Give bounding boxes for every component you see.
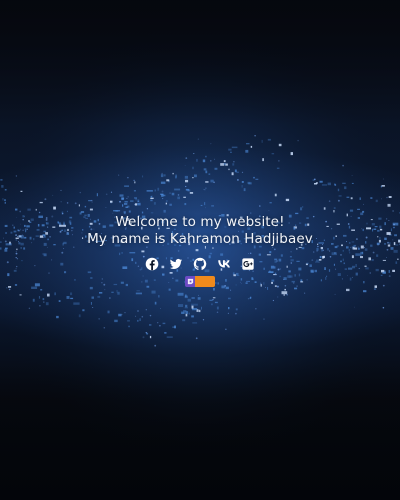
hero: Welcome to my website! My name is Kahram… xyxy=(0,214,400,287)
badge-logo xyxy=(185,276,195,287)
badge-status xyxy=(195,276,215,287)
google-plus-icon xyxy=(242,258,254,270)
page: Welcome to my website! My name is Kahram… xyxy=(0,0,400,500)
facebook-link[interactable] xyxy=(144,256,160,272)
google-plus-link[interactable] xyxy=(240,256,256,272)
name-heading: My name is Kahramon Hadjibaev xyxy=(87,231,313,247)
welcome-heading: Welcome to my website! xyxy=(115,214,285,230)
facebook-icon xyxy=(145,257,159,271)
twitter-link[interactable] xyxy=(168,256,184,272)
github-icon xyxy=(193,257,207,270)
social-links xyxy=(0,256,400,272)
github-link[interactable] xyxy=(192,256,208,272)
status-badge[interactable] xyxy=(185,276,215,287)
twitter-icon xyxy=(169,258,183,269)
vk-icon xyxy=(218,260,230,268)
vk-link[interactable] xyxy=(216,256,232,272)
badge-wrap xyxy=(0,276,400,287)
badge-logo-icon xyxy=(187,278,193,285)
